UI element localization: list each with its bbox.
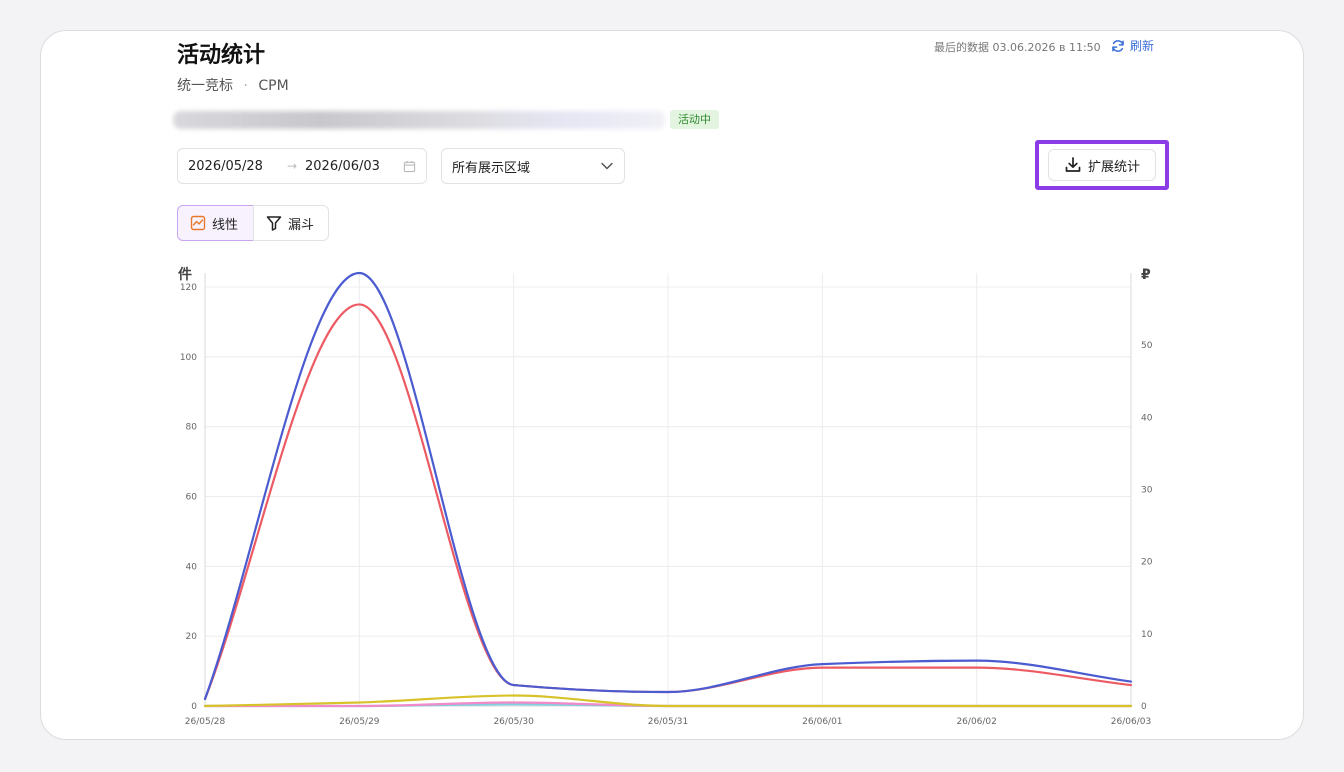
x-tick-label: 26/05/30 — [493, 717, 534, 727]
x-tick-label: 26/05/29 — [339, 717, 380, 727]
y-right-tick-label: 0 — [1141, 702, 1147, 712]
activity-line-chart: 26/05/28 26/05/29 26/05/30 26/05/31 26/06/01… — [178, 266, 1153, 727]
y-right-tick-label: 10 — [1141, 630, 1153, 640]
y-right-tick-label: 50 — [1141, 341, 1153, 351]
y-right-unit: ₽ — [1141, 267, 1151, 283]
y-left-tick-label: 80 — [186, 423, 198, 433]
y-left-tick-label: 120 — [180, 283, 197, 293]
y-left-tick-label: 40 — [186, 562, 198, 572]
y-left-tick-label: 100 — [180, 353, 197, 363]
x-tick-label: 26/05/31 — [648, 717, 688, 727]
y-left-tick-label: 60 — [186, 492, 198, 502]
y-right-tick-label: 20 — [1141, 558, 1153, 568]
x-tick-label: 26/05/28 — [185, 717, 226, 727]
y-left-tick-label: 0 — [191, 702, 197, 712]
y-right-tick-label: 30 — [1141, 486, 1153, 496]
y-left-tick-label: 20 — [186, 632, 198, 642]
y-left-unit: 件 — [178, 266, 192, 283]
y-right-tick-label: 40 — [1141, 413, 1153, 423]
x-tick-label: 26/06/03 — [1111, 717, 1151, 727]
x-tick-label: 26/06/02 — [956, 717, 996, 727]
statistics-card: 活动统计 统一竞标 · CPM 活动中 最后的数据 03.06.2026 в 1… — [40, 30, 1304, 740]
x-tick-label: 26/06/01 — [802, 717, 842, 727]
